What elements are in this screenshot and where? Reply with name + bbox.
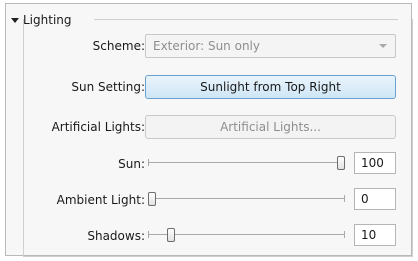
slider-min-tick	[148, 231, 149, 238]
slider-track	[148, 162, 345, 163]
scheme-dropdown[interactable]: Exterior: Sun only	[145, 34, 396, 58]
group-divider	[94, 19, 398, 20]
scheme-value: Exterior: Sun only	[153, 39, 260, 53]
ambient-light-value-field[interactable]: 0	[354, 188, 396, 210]
scheme-label: Scheme:	[92, 39, 145, 53]
sun-value-field[interactable]: 100	[354, 152, 396, 174]
sun-slider-thumb[interactable]	[337, 156, 345, 170]
slider-min-tick	[148, 159, 149, 166]
ambient-light-slider[interactable]	[148, 189, 345, 209]
sun-slider[interactable]	[148, 153, 345, 173]
shadows-value-field[interactable]: 10	[354, 224, 396, 246]
shadows-slider[interactable]	[148, 225, 345, 245]
artificial-lights-label: Artificial Lights:	[51, 120, 145, 134]
slider-track	[148, 198, 345, 199]
artificial-lights-button[interactable]: Artificial Lights...	[145, 115, 396, 139]
slider-max-tick	[344, 231, 345, 238]
ambient-light-label: Ambient Light:	[56, 193, 145, 207]
chevron-down-icon	[11, 17, 19, 23]
shadows-label: Shadows:	[87, 229, 145, 243]
shadows-slider-thumb[interactable]	[166, 228, 175, 242]
slider-max-tick	[344, 195, 345, 202]
section-title: Lighting	[23, 13, 72, 27]
artificial-lights-button-label: Artificial Lights...	[220, 120, 321, 134]
sun-setting-label: Sun Setting:	[71, 80, 145, 94]
sun-label: Sun:	[118, 157, 145, 171]
sun-setting-button[interactable]: Sunlight from Top Right	[145, 75, 396, 99]
lighting-section-toggle[interactable]: Lighting	[11, 12, 72, 28]
dropdown-arrow-icon	[379, 44, 387, 48]
ambient-light-slider-thumb[interactable]	[148, 192, 156, 206]
sun-setting-button-label: Sunlight from Top Right	[200, 80, 341, 94]
slider-track	[148, 234, 345, 235]
